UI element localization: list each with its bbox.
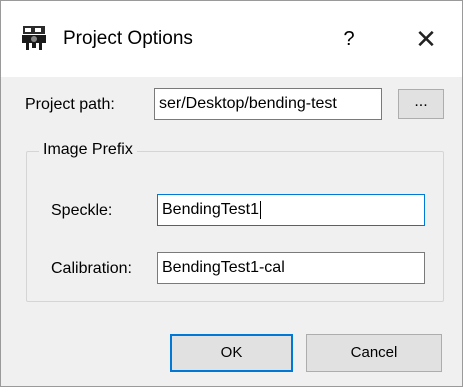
title-bar[interactable]: Project Options ? ✕ (1, 1, 462, 77)
close-button[interactable]: ✕ (401, 19, 451, 59)
project-path-value: ser/Desktop/bending-test (159, 95, 337, 112)
cancel-button[interactable]: Cancel (306, 334, 442, 372)
speckle-value: BendingTest1 (162, 201, 259, 218)
calibration-input[interactable]: BendingTest1-cal (157, 252, 425, 284)
project-options-dialog: Project Options ? ✕ Project path: ser/De… (0, 0, 463, 387)
text-caret (259, 200, 261, 219)
image-prefix-group-title: Image Prefix (39, 141, 137, 159)
speckle-input[interactable]: BendingTest1 (157, 194, 425, 226)
speckle-label: Speckle: (51, 202, 113, 219)
project-path-label: Project path: (25, 96, 115, 113)
projector-camera-icon (22, 26, 46, 50)
dialog-title: Project Options (63, 28, 193, 49)
calibration-label: Calibration: (51, 260, 132, 277)
project-path-input[interactable]: ser/Desktop/bending-test (154, 88, 382, 120)
browse-button[interactable]: ... (398, 89, 444, 119)
calibration-value: BendingTest1-cal (162, 259, 285, 276)
ok-button[interactable]: OK (170, 334, 293, 372)
help-button[interactable]: ? (329, 23, 369, 55)
